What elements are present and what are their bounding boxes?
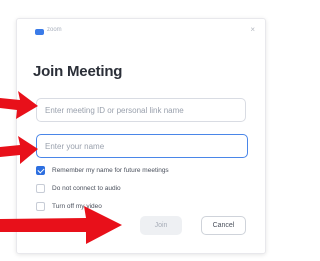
no-audio-label: Do not connect to audio bbox=[52, 184, 121, 192]
video-off-label: Turn off my video bbox=[52, 202, 102, 210]
no-audio-checkbox[interactable] bbox=[36, 183, 45, 193]
no-audio-option[interactable]: Do not connect to audio bbox=[36, 182, 121, 194]
page-title: Join Meeting bbox=[33, 63, 123, 80]
your-name-input[interactable] bbox=[36, 134, 248, 158]
meeting-id-input[interactable] bbox=[36, 98, 246, 122]
remember-name-checkbox[interactable] bbox=[36, 165, 45, 175]
remember-name-label: Remember my name for future meetings bbox=[52, 166, 169, 174]
remember-name-option[interactable]: Remember my name for future meetings bbox=[36, 164, 169, 176]
video-off-option[interactable]: Turn off my video bbox=[36, 200, 102, 212]
title-bar: zoom × bbox=[17, 19, 265, 43]
cancel-button[interactable]: Cancel bbox=[201, 216, 246, 235]
video-off-checkbox[interactable] bbox=[36, 201, 45, 211]
join-button[interactable]: Join bbox=[140, 216, 182, 235]
zoom-logo-icon bbox=[35, 29, 44, 35]
close-icon[interactable]: × bbox=[250, 25, 255, 35]
app-name: zoom bbox=[47, 27, 62, 33]
